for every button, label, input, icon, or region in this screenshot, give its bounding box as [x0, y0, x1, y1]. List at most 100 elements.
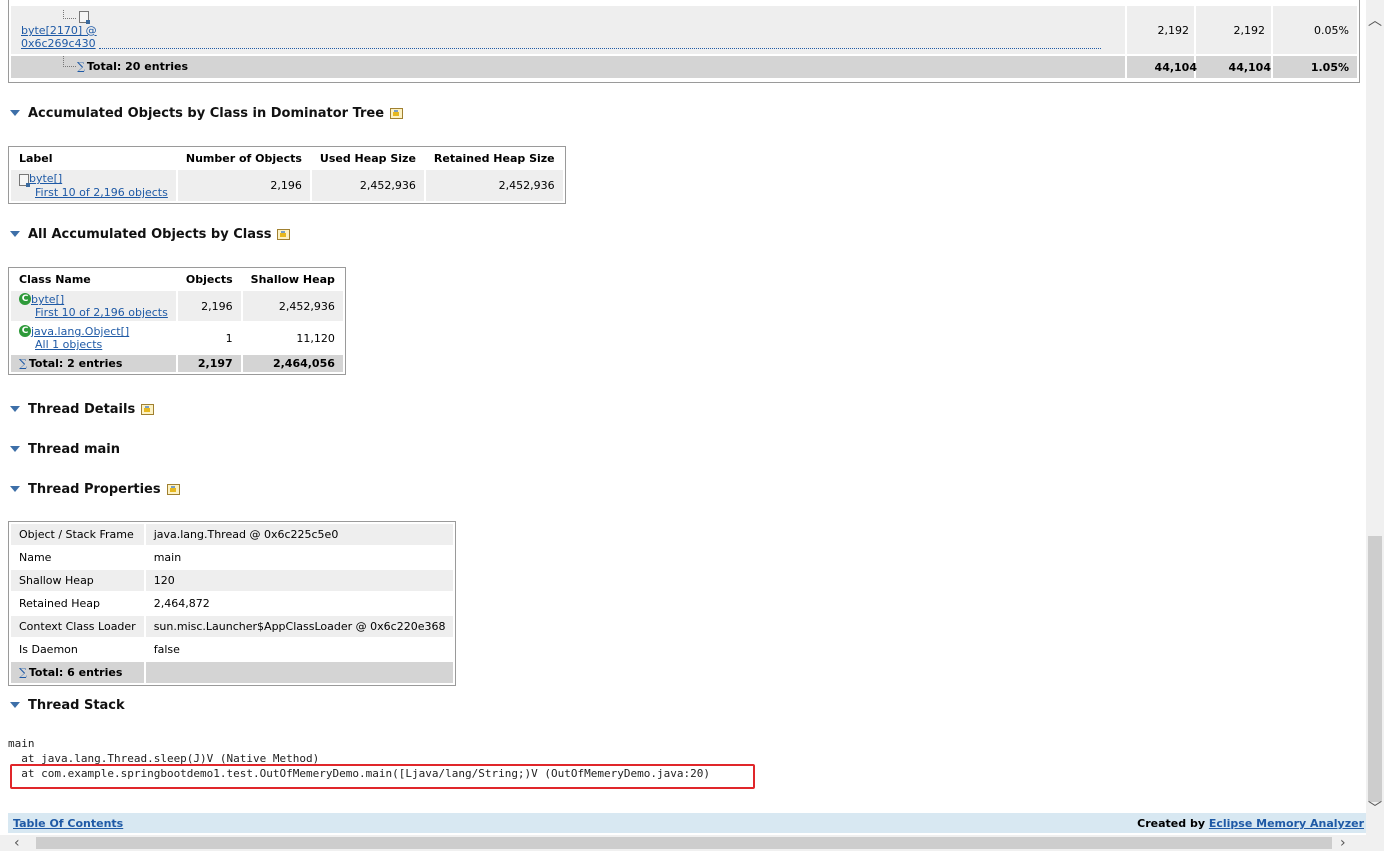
dominator-class-table: Label Number of Objects Used Heap Size R…	[8, 146, 566, 204]
total-label: Total: 2 entries	[28, 357, 123, 370]
scroll-up-icon[interactable]: ︿	[1368, 14, 1382, 28]
class-link[interactable]: java.lang.Object[]	[31, 325, 129, 338]
property-key: Is Daemon	[19, 643, 78, 656]
link-underline	[99, 48, 1101, 49]
property-key: Context Class Loader	[11, 616, 144, 637]
vertical-scrollbar-thumb[interactable]	[1368, 536, 1382, 802]
property-value: main	[153, 551, 182, 564]
object-link[interactable]: byte[2170] @	[21, 24, 97, 37]
collapse-triangle-icon[interactable]	[10, 109, 20, 116]
table-total-row: ∑ Total: 2 entries 2,197 2,464,056	[11, 355, 343, 372]
details-icon[interactable]	[390, 108, 404, 119]
objects-cell: 2,196	[177, 170, 310, 201]
section-title: Thread main	[28, 442, 120, 457]
highlight-box	[10, 764, 755, 789]
collapse-triangle-icon[interactable]	[10, 445, 20, 452]
details-icon[interactable]	[166, 484, 180, 495]
class-icon: C	[19, 293, 31, 305]
tree-connector	[63, 10, 76, 19]
collapse-triangle-icon[interactable]	[10, 230, 20, 237]
section-thread-details-header[interactable]: Thread Details	[10, 402, 155, 417]
table-row: Cbyte[] First 10 of 2,196 objects 2,196 …	[11, 291, 343, 321]
table-row: byte[2170] @ 0x6c269c430 2,192 2,192 0.0…	[11, 6, 1357, 54]
section-title: Thread Properties	[28, 482, 161, 497]
class-link[interactable]: byte[]	[31, 293, 64, 306]
property-value: java.lang.Thread @ 0x6c225c5e0	[145, 524, 454, 545]
property-value: 2,464,872	[153, 597, 210, 610]
shallow-heap-cell: 2,192	[1157, 24, 1190, 37]
section-title: All Accumulated Objects by Class	[28, 227, 272, 242]
details-icon[interactable]	[277, 229, 291, 240]
percentage-cell: 0.05%	[1314, 24, 1349, 37]
objects-cell: 1	[177, 323, 241, 353]
top-objects-table: byte[2170] @ 0x6c269c430 2,192 2,192 0.0…	[8, 0, 1360, 83]
section-all-accumulated-header[interactable]: All Accumulated Objects by Class	[10, 227, 291, 242]
collapse-triangle-icon[interactable]	[10, 485, 20, 492]
section-thread-main-header[interactable]: Thread main	[10, 442, 120, 457]
table-of-contents-link[interactable]: Table Of Contents	[13, 817, 123, 830]
total-percentage-cell: 1.05%	[1310, 61, 1349, 74]
accumulated-class-table: Class Name Objects Shallow Heap Cbyte[] …	[8, 267, 346, 375]
property-key: Name	[19, 551, 52, 564]
object-address-link[interactable]: 0x6c269c430	[21, 37, 96, 50]
eclipse-mat-link[interactable]: Eclipse Memory Analyzer	[1209, 817, 1364, 830]
collapse-triangle-icon[interactable]	[10, 701, 20, 708]
shallow-heap-cell: 11,120	[242, 323, 343, 353]
table-total-row: ∑ Total: 6 entries	[11, 662, 454, 683]
sigma-icon: ∑	[19, 357, 27, 370]
report-page: byte[2170] @ 0x6c269c430 2,192 2,192 0.0…	[0, 0, 1366, 835]
object-icon	[19, 174, 30, 187]
horizontal-scrollbar-thumb[interactable]	[36, 837, 1332, 849]
thread-properties-table: Object / Stack Frame java.lang.Thread @ …	[8, 521, 457, 686]
column-header-shallow-heap[interactable]: Shallow Heap	[242, 270, 343, 289]
column-header-objects[interactable]: Objects	[177, 270, 241, 289]
property-key: Object / Stack Frame	[11, 524, 144, 545]
class-link[interactable]: byte[]	[29, 172, 62, 185]
property-value: false	[153, 643, 180, 656]
column-header-objects[interactable]: Number of Objects	[177, 149, 310, 168]
column-divider	[1271, 56, 1273, 78]
details-icon[interactable]	[141, 404, 155, 415]
section-thread-properties-header[interactable]: Thread Properties	[10, 482, 180, 497]
property-key: Shallow Heap	[11, 570, 144, 591]
total-shallow-cell: 2,464,056	[242, 355, 343, 372]
scroll-down-icon[interactable]: ﹀	[1368, 802, 1382, 816]
property-row: Context Class Loader sun.misc.Launcher$A…	[11, 616, 454, 637]
collapse-triangle-icon[interactable]	[10, 405, 20, 412]
column-divider	[1271, 6, 1273, 54]
total-empty-cell	[145, 662, 454, 683]
total-label: Total: 6 entries	[28, 666, 123, 679]
class-icon: C	[19, 325, 31, 337]
used-heap-cell: 2,452,936	[311, 170, 424, 201]
scrollbar-corner	[1366, 835, 1384, 851]
column-header-retained-heap[interactable]: Retained Heap Size	[425, 149, 563, 168]
section-thread-stack-header[interactable]: Thread Stack	[10, 698, 125, 713]
scroll-right-icon[interactable]: ›	[1340, 836, 1346, 850]
column-header-label[interactable]: Label	[11, 149, 176, 168]
section-title: Thread Details	[28, 402, 136, 417]
section-dominator-header[interactable]: Accumulated Objects by Class in Dominato…	[10, 106, 404, 121]
property-value: 120	[145, 570, 454, 591]
property-row: Shallow Heap 120	[11, 570, 454, 591]
objects-sublink[interactable]: All 1 objects	[35, 338, 168, 351]
total-shallow-cell: 44,104	[1154, 61, 1197, 74]
property-key: Retained Heap	[19, 597, 101, 610]
column-divider	[1194, 6, 1196, 54]
column-divider	[1125, 6, 1127, 54]
table-total-row: ∑ Total: 20 entries 44,104 44,104 1.05%	[11, 56, 1357, 78]
retained-heap-cell: 2,452,936	[425, 170, 563, 201]
column-header-class-name[interactable]: Class Name	[11, 270, 176, 289]
total-objects-cell: 2,197	[177, 355, 241, 372]
objects-sublink[interactable]: First 10 of 2,196 objects	[35, 186, 168, 199]
section-title: Accumulated Objects by Class in Dominato…	[28, 106, 385, 121]
tree-connector	[63, 56, 76, 67]
column-divider	[1125, 56, 1127, 78]
created-by-label: Created by	[1137, 817, 1206, 830]
property-row: Retained Heap 2,464,872	[11, 593, 453, 614]
sigma-icon: ∑	[77, 60, 85, 73]
column-header-used-heap[interactable]: Used Heap Size	[311, 149, 424, 168]
property-value: sun.misc.Launcher$AppClassLoader @ 0x6c2…	[145, 616, 454, 637]
total-retained-cell: 44,104	[1228, 61, 1271, 74]
objects-sublink[interactable]: First 10 of 2,196 objects	[35, 306, 168, 319]
scroll-left-icon[interactable]: ‹	[14, 836, 20, 850]
